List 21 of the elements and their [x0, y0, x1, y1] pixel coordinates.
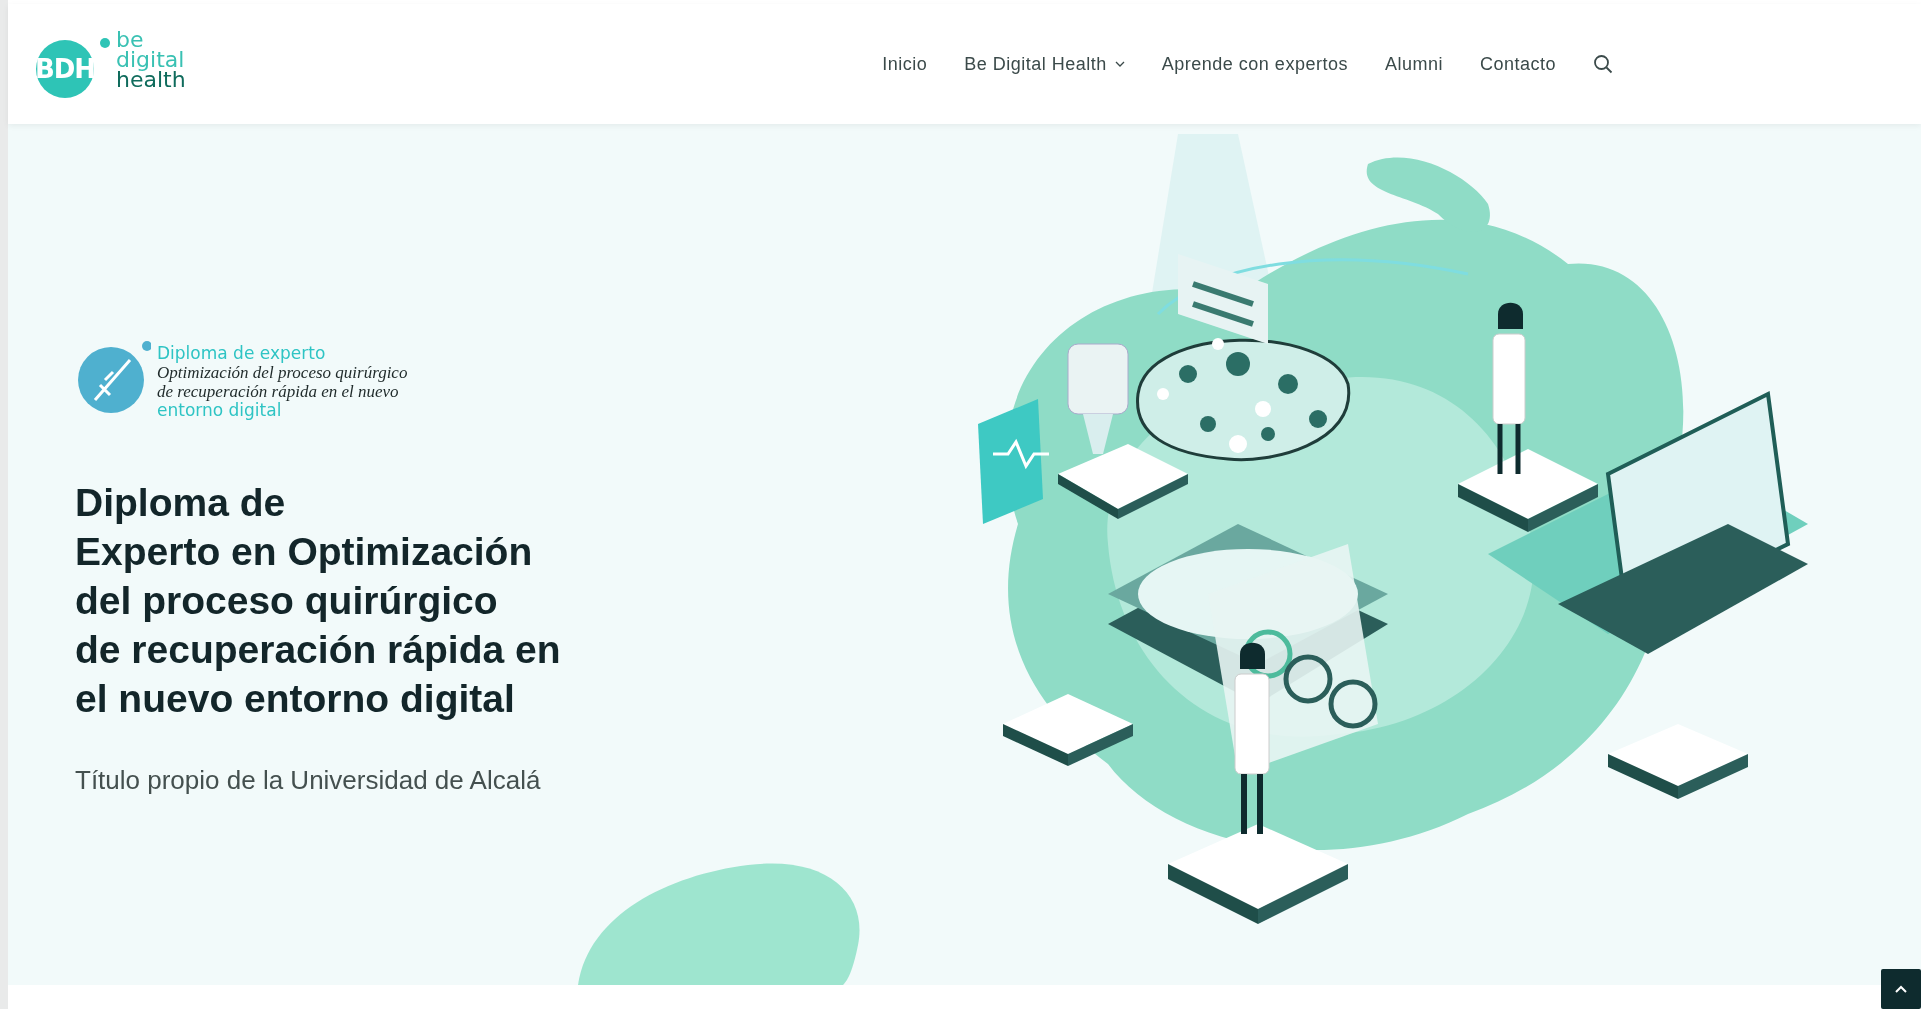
badge-title: Diploma de experto	[157, 344, 327, 363]
badge-subtitle: entorno digital	[157, 401, 282, 420]
nav-link[interactable]: Be Digital Health	[964, 53, 1125, 75]
nav-link[interactable]: Inicio	[882, 53, 928, 75]
badge-text-line: de recuperación rápida en el nuevo	[157, 382, 400, 401]
scalpel-emblem-icon	[75, 340, 151, 416]
logo-mark: BDH	[36, 40, 94, 98]
logo-word: digital	[116, 50, 186, 70]
nav-link[interactable]: Contacto	[1479, 53, 1556, 75]
scroll-to-top-button[interactable]	[1881, 969, 1921, 1009]
logo-dot-icon	[100, 38, 110, 48]
logo-word: health	[116, 70, 186, 90]
nav-link[interactable]: Aprende con expertos	[1161, 53, 1348, 75]
hero-subtitle: Título propio de la Universidad de Alcalá	[75, 765, 542, 796]
search-icon[interactable]	[1593, 54, 1613, 74]
hero-title: Diploma de Experto en Optimización del proceso quirúrgico de recuperación rápida en el nuevo entorno digital	[75, 480, 562, 722]
nav-link[interactable]: Alumni	[1384, 53, 1443, 75]
badge-text-line: Optimización del proceso quirúrgico	[157, 363, 408, 382]
chevron-down-icon	[1114, 61, 1125, 67]
logo-word: be	[116, 30, 144, 50]
chevron-up-icon	[1895, 985, 1907, 993]
